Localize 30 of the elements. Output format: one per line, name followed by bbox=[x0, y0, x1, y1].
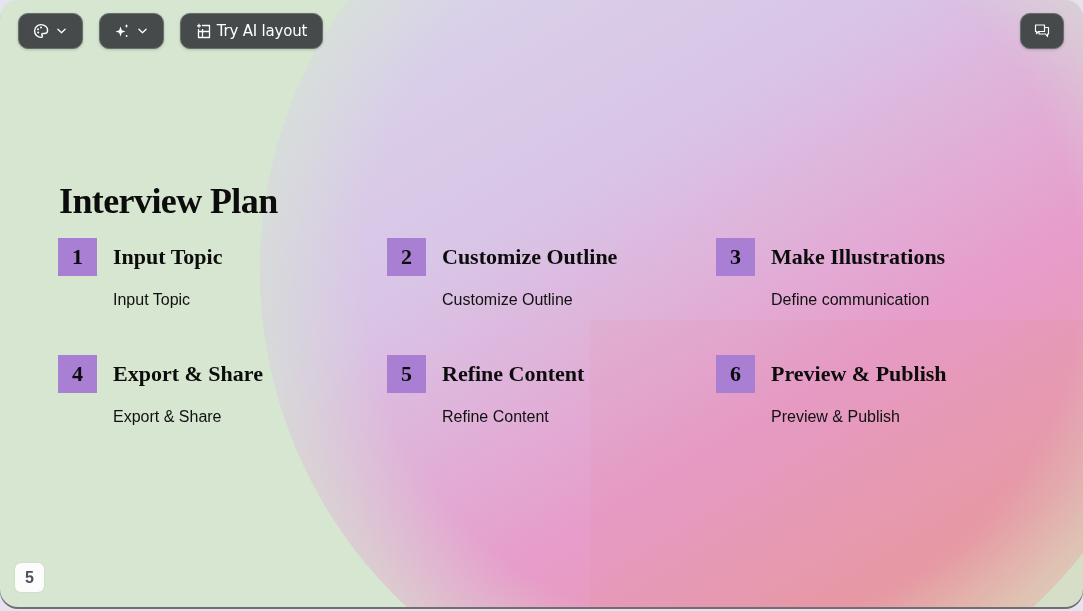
step-heading: Preview & Publish bbox=[771, 361, 947, 387]
theme-dropdown-button[interactable] bbox=[18, 13, 83, 49]
chat-icon bbox=[1034, 23, 1050, 39]
step-description: Input Topic bbox=[113, 290, 191, 310]
step-heading: Input Topic bbox=[113, 244, 223, 270]
caret-icon bbox=[138, 28, 147, 34]
step-number: 4 bbox=[58, 355, 97, 393]
caret-icon bbox=[57, 28, 66, 34]
step-number: 1 bbox=[58, 238, 97, 276]
ai-layout-button[interactable]: Try AI layout bbox=[180, 13, 323, 49]
step-description: Define communication bbox=[771, 290, 930, 310]
step-description: Customize Outline bbox=[442, 290, 573, 310]
step-number: 3 bbox=[716, 238, 755, 276]
ai-dropdown-button[interactable] bbox=[99, 13, 164, 49]
step-heading: Export & Share bbox=[113, 361, 263, 387]
step-heading: Refine Content bbox=[442, 361, 585, 387]
step-heading: Customize Outline bbox=[442, 244, 618, 270]
page-number: 5 bbox=[15, 563, 44, 592]
step-heading: Make Illustrations bbox=[771, 244, 946, 270]
step-description: Preview & Publish bbox=[771, 407, 900, 427]
step-description: Refine Content bbox=[442, 407, 549, 427]
comments-button[interactable] bbox=[1020, 13, 1064, 49]
step-number: 5 bbox=[387, 355, 426, 393]
step-number: 2 bbox=[387, 238, 426, 276]
sparkle-icon bbox=[114, 23, 130, 39]
layout-icon bbox=[195, 23, 212, 39]
slide-title: Interview Plan bbox=[59, 180, 278, 222]
step-number: 6 bbox=[716, 355, 755, 393]
step-description: Export & Share bbox=[113, 407, 222, 427]
palette-icon bbox=[33, 23, 49, 39]
